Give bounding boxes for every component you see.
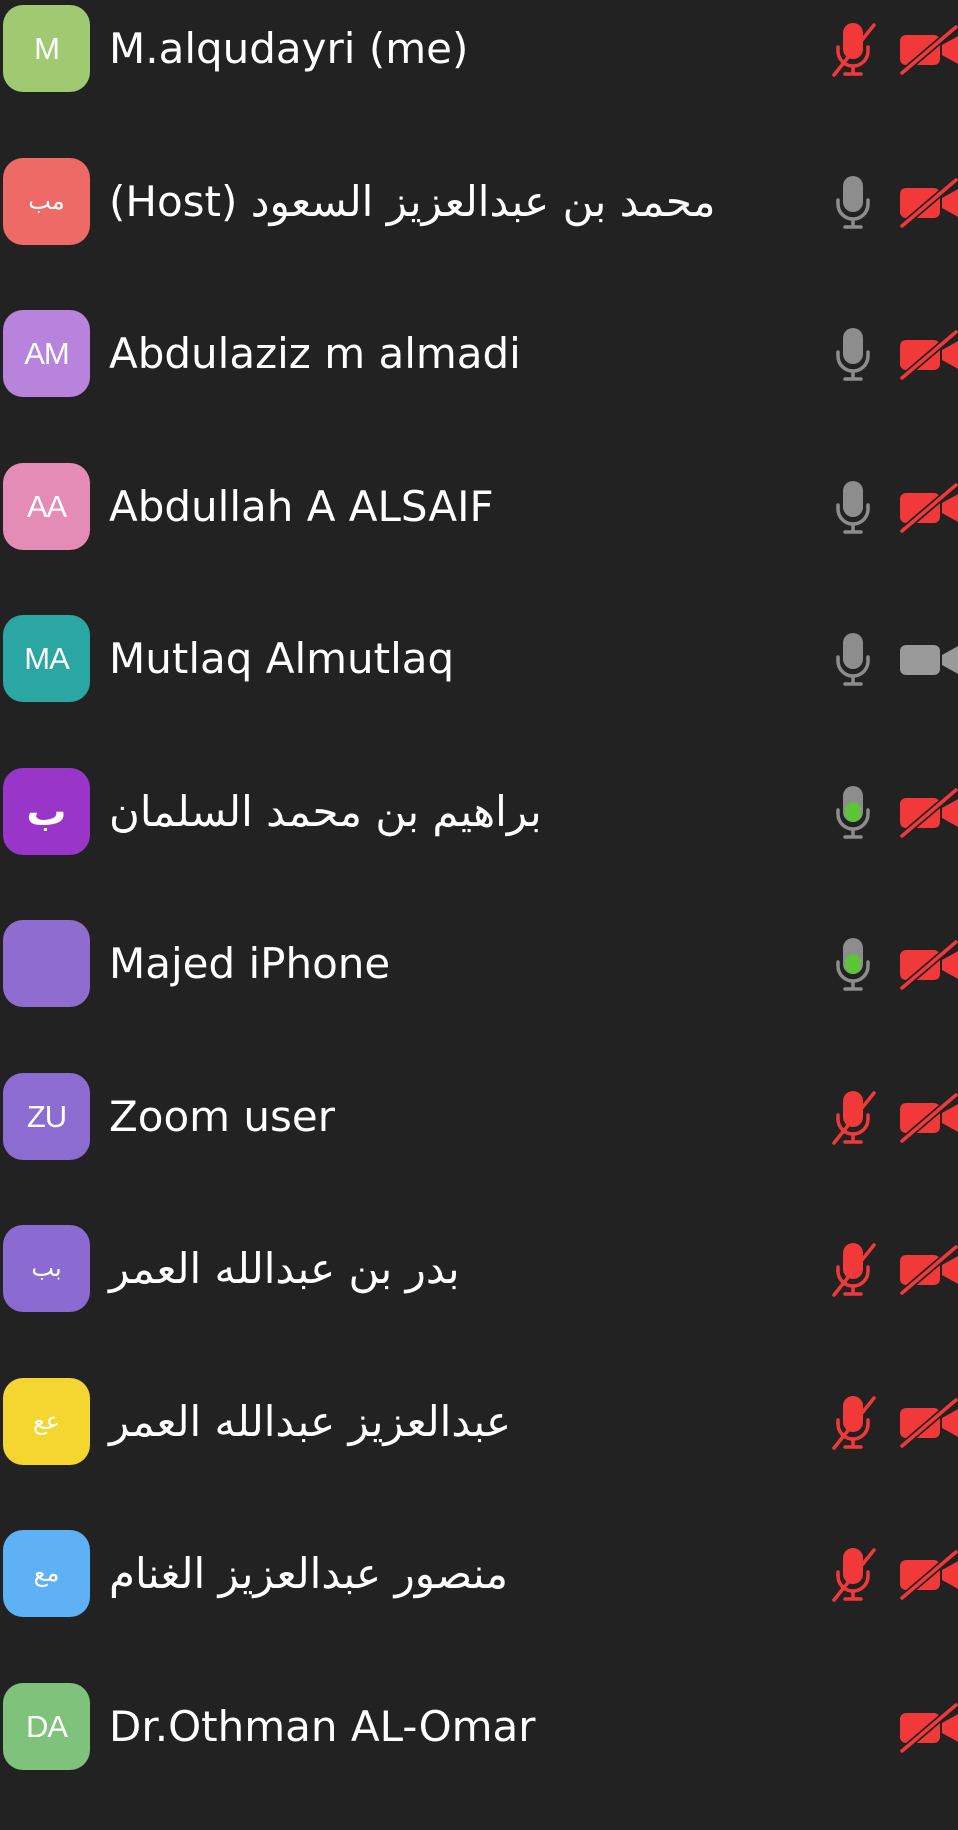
participant-row[interactable]: ب براهيم بن محمد السلمان — [0, 763, 958, 915]
mic-muted-icon — [828, 19, 884, 79]
mic-muted-icon — [828, 1544, 884, 1604]
video-off-icon — [898, 324, 958, 384]
participant-avatar: AA — [3, 463, 90, 550]
video-off-icon — [898, 1697, 958, 1757]
participant-avatar: عع — [3, 1378, 90, 1465]
video-camera-icon — [898, 629, 958, 689]
participant-avatar: AM — [3, 310, 90, 397]
video-off-icon — [898, 782, 958, 842]
participant-avatar: MA — [3, 615, 90, 702]
participant-avatar: M — [3, 5, 90, 92]
participant-name: عبدالعزيز عبدالله العمر — [109, 1397, 512, 1446]
video-off-icon — [898, 934, 958, 994]
participant-name: Abdulaziz m almadi — [109, 329, 521, 378]
participant-avatar: ب — [3, 768, 90, 855]
mic-speaking-icon — [828, 782, 884, 842]
participant-row[interactable]: MA Mutlaq Almutlaq — [0, 610, 958, 762]
mic-muted-icon — [828, 1392, 884, 1452]
participant-row[interactable]: ZU Zoom user — [0, 1068, 958, 1220]
mic-icon — [828, 629, 884, 689]
participant-row[interactable]: AA Abdullah A ALSAIF — [0, 458, 958, 610]
video-off-icon — [898, 1544, 958, 1604]
video-off-icon — [898, 477, 958, 537]
participant-avatar — [3, 920, 90, 1007]
mic-muted-icon — [828, 1087, 884, 1147]
participant-avatar: ZU — [3, 1073, 90, 1160]
participant-name: منصور عبدالعزيز الغنام — [109, 1549, 509, 1598]
video-off-icon — [898, 172, 958, 232]
participant-row[interactable]: عع عبدالعزيز عبدالله العمر — [0, 1373, 958, 1525]
participant-row[interactable]: DA Dr.Othman AL-Omar — [0, 1678, 958, 1830]
participant-name: (Host) محمد بن عبدالعزيز السعود — [109, 177, 716, 226]
participant-row[interactable]: AM Abdulaziz m almadi — [0, 305, 958, 457]
participant-row[interactable]: مب (Host) محمد بن عبدالعزيز السعود — [0, 153, 958, 305]
participant-name: Mutlaq Almutlaq — [109, 634, 455, 683]
video-off-icon — [898, 19, 958, 79]
participant-name: Abdullah A ALSAIF — [109, 482, 494, 531]
participant-name: براهيم بن محمد السلمان — [109, 787, 542, 836]
participant-avatar: DA — [3, 1683, 90, 1770]
participant-row[interactable]: مع منصور عبدالعزيز الغنام — [0, 1525, 958, 1677]
mic-icon — [828, 324, 884, 384]
mic-muted-icon — [828, 1239, 884, 1299]
participant-row[interactable]: M M.alqudayri (me) — [0, 0, 958, 152]
video-off-icon — [898, 1087, 958, 1147]
video-off-icon — [898, 1392, 958, 1452]
participant-name: M.alqudayri (me) — [109, 24, 469, 73]
participant-avatar: مب — [3, 158, 90, 245]
participant-name: Zoom user — [109, 1092, 336, 1141]
participant-name: Majed iPhone — [109, 939, 391, 988]
mic-speaking-icon — [828, 934, 884, 994]
video-off-icon — [898, 1239, 958, 1299]
mic-icon — [828, 477, 884, 537]
participant-row[interactable]: Majed iPhone — [0, 915, 958, 1067]
participant-name: بدر بن عبدالله العمر — [109, 1244, 460, 1293]
mic-icon — [828, 172, 884, 232]
participant-avatar: بب — [3, 1225, 90, 1312]
participant-row[interactable]: بب بدر بن عبدالله العمر — [0, 1220, 958, 1372]
participant-avatar: مع — [3, 1530, 90, 1617]
